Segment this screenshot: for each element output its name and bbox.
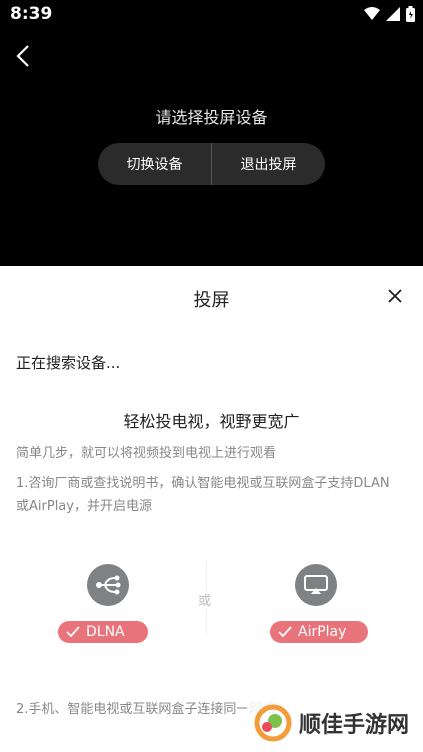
battery-icon: [406, 6, 415, 22]
check-icon: [278, 626, 292, 638]
back-arrow-icon[interactable]: [12, 42, 36, 70]
cast-control-pill: 切换设备 退出投屏: [98, 143, 325, 185]
status-time: 8:39: [10, 4, 53, 24]
check-icon: [66, 626, 80, 638]
dlna-share-icon: [87, 564, 129, 606]
airplay-badge: AirPlay: [270, 621, 368, 643]
sheet-title: 投屏: [193, 290, 230, 311]
cell-signal-icon: [386, 7, 400, 21]
wifi-icon: [364, 7, 380, 20]
airplay-icon: [295, 564, 337, 606]
headline: 轻松投电视，视野更宽广: [123, 412, 300, 431]
dlna-badge: DLNA: [58, 621, 148, 643]
status-icons: [364, 6, 415, 22]
watermark: 顺佳手游网: [246, 700, 415, 746]
dlna-option: DLNA: [58, 564, 158, 648]
step-1-text: 1.咨询厂商或查找说明书，确认智能电视或互联网盒子支持DLAN或AirPlay，…: [16, 476, 390, 514]
airplay-label: AirPlay: [298, 624, 347, 640]
switch-device-button[interactable]: 切换设备: [98, 143, 211, 185]
searching-status: 正在搜索设备...: [16, 354, 121, 372]
dlna-label: DLNA: [86, 624, 125, 640]
player-area: 请选择投屏设备 切换设备 退出投屏: [0, 30, 423, 266]
cast-sheet: 投屏 正在搜索设备... 轻松投电视，视野更宽广 简单几步，就可以将视频投到电视…: [0, 266, 423, 752]
watermark-logo-icon: [254, 704, 292, 742]
status-bar: 8:39: [0, 0, 423, 30]
close-icon[interactable]: [387, 288, 403, 304]
airplay-option: AirPlay: [266, 564, 368, 648]
select-device-prompt: 请选择投屏设备: [155, 108, 268, 127]
step-2-text: 2.手机、智能电视或互联网盒子连接同一网络: [16, 702, 276, 717]
subtitle: 简单几步，就可以将视频投到电视上进行观看: [16, 446, 277, 461]
or-text: 或: [198, 590, 212, 609]
exit-cast-button[interactable]: 退出投屏: [212, 143, 325, 185]
watermark-text: 顺佳手游网: [298, 713, 409, 738]
